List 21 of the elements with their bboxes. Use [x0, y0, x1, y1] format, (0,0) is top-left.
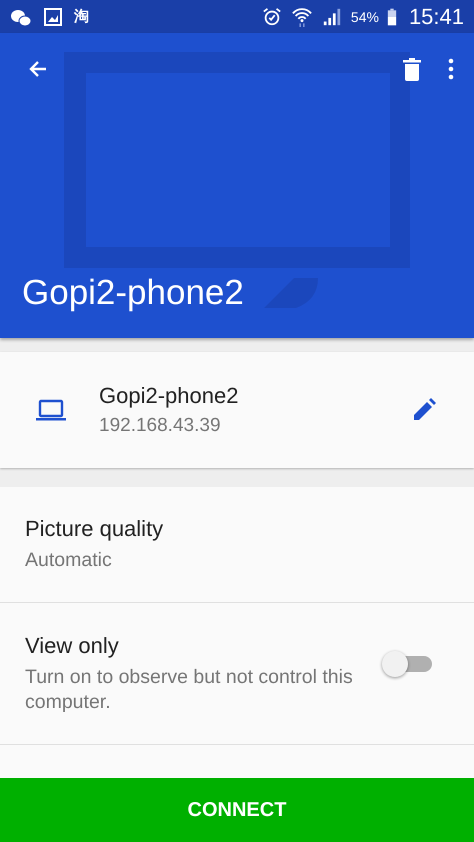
wifi-icon: [290, 6, 313, 26]
settings-row[interactable]: View only Turn on to observe but not control this computer.: [0, 603, 474, 745]
clock-time: 15:41: [408, 4, 464, 30]
screen-title: Gopi2-phone2: [22, 273, 244, 313]
device-address: 192.168.43.39: [99, 415, 222, 437]
more-menu-icon[interactable]: [448, 58, 454, 80]
alarm-icon: [260, 6, 283, 26]
setting-description: Turn on to observe but not control this computer.: [25, 664, 354, 714]
trash-icon[interactable]: [402, 57, 422, 81]
edit-pencil-icon[interactable]: [412, 398, 436, 422]
device-name: Gopi2-phone2: [99, 383, 240, 409]
app-notification-icon: 淘: [74, 7, 89, 26]
toggle-switch[interactable]: [382, 650, 432, 676]
laptop-icon: [36, 399, 66, 421]
battery-percent: 54%: [350, 8, 379, 24]
setting-value: Automatic: [25, 548, 113, 573]
setting-title: Picture quality: [25, 516, 164, 542]
gallery-icon: [42, 6, 64, 26]
battery-icon: [386, 8, 397, 26]
setting-title: View only: [25, 632, 120, 658]
settings-row[interactable]: Picture quality Automatic: [0, 487, 474, 603]
